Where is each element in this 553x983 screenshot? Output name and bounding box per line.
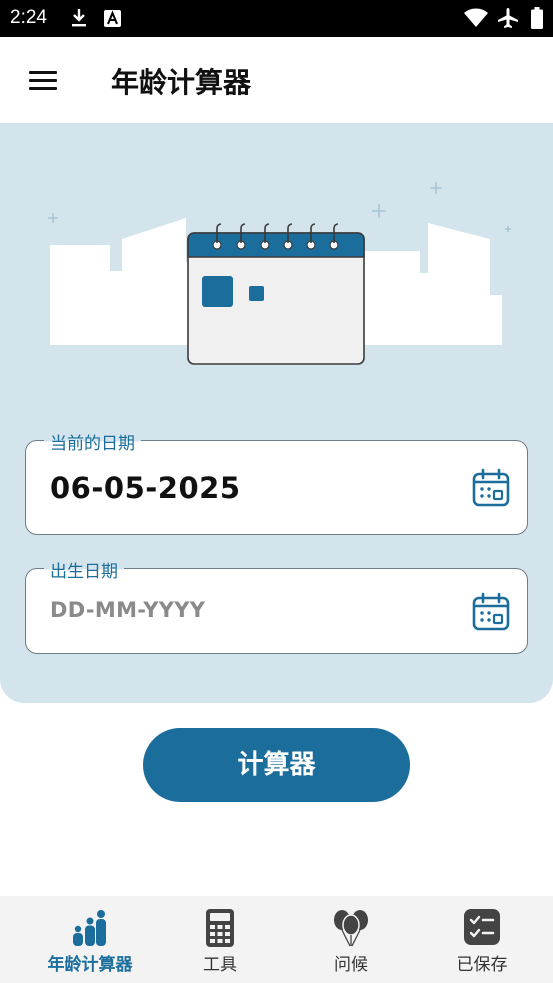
app-bar: 年龄计算器 xyxy=(0,37,553,123)
checklist-icon xyxy=(464,909,500,945)
nav-item-greetings[interactable]: 问候 xyxy=(286,896,416,983)
balloons-icon xyxy=(334,910,368,947)
current-date-label: 当前的日期 xyxy=(44,429,141,454)
bottom-nav: 年龄计算器 工具 问候 已保存 xyxy=(0,896,553,983)
app-title: 年龄计算器 xyxy=(111,66,252,99)
family-icon xyxy=(73,910,106,946)
airplane-icon xyxy=(498,8,518,28)
nav-label: 已保存 xyxy=(456,955,508,975)
birth-date-placeholder: DD-MM-YYYY xyxy=(50,598,206,622)
calculate-button[interactable]: 计算器 xyxy=(143,728,410,802)
calendar-icon[interactable] xyxy=(471,468,511,508)
nav-label: 工具 xyxy=(203,955,237,975)
nav-item-tools[interactable]: 工具 xyxy=(155,896,285,983)
calendar-city-illustration xyxy=(48,182,511,365)
nav-item-saved[interactable]: 已保存 xyxy=(417,896,547,983)
current-date-value: 06-05-2025 xyxy=(50,471,241,505)
wifi-icon xyxy=(464,8,488,27)
nav-label: 问候 xyxy=(334,955,368,975)
birth-date-field[interactable]: 出生日期 DD-MM-YYYY xyxy=(25,557,528,654)
status-bar: 2:24 xyxy=(0,0,553,37)
calculator-icon xyxy=(206,909,234,947)
menu-button[interactable] xyxy=(26,67,60,93)
nav-label: 年龄计算器 xyxy=(47,955,133,975)
download-icon xyxy=(72,9,86,27)
battery-icon xyxy=(531,7,543,29)
birth-date-label: 出生日期 xyxy=(44,557,124,582)
status-time: 2:24 xyxy=(10,7,47,28)
font-a-icon xyxy=(104,10,121,27)
current-date-field[interactable]: 当前的日期 06-05-2025 xyxy=(25,429,528,535)
calendar-icon[interactable] xyxy=(471,592,511,632)
nav-item-age-calculator[interactable]: 年龄计算器 xyxy=(25,896,155,983)
